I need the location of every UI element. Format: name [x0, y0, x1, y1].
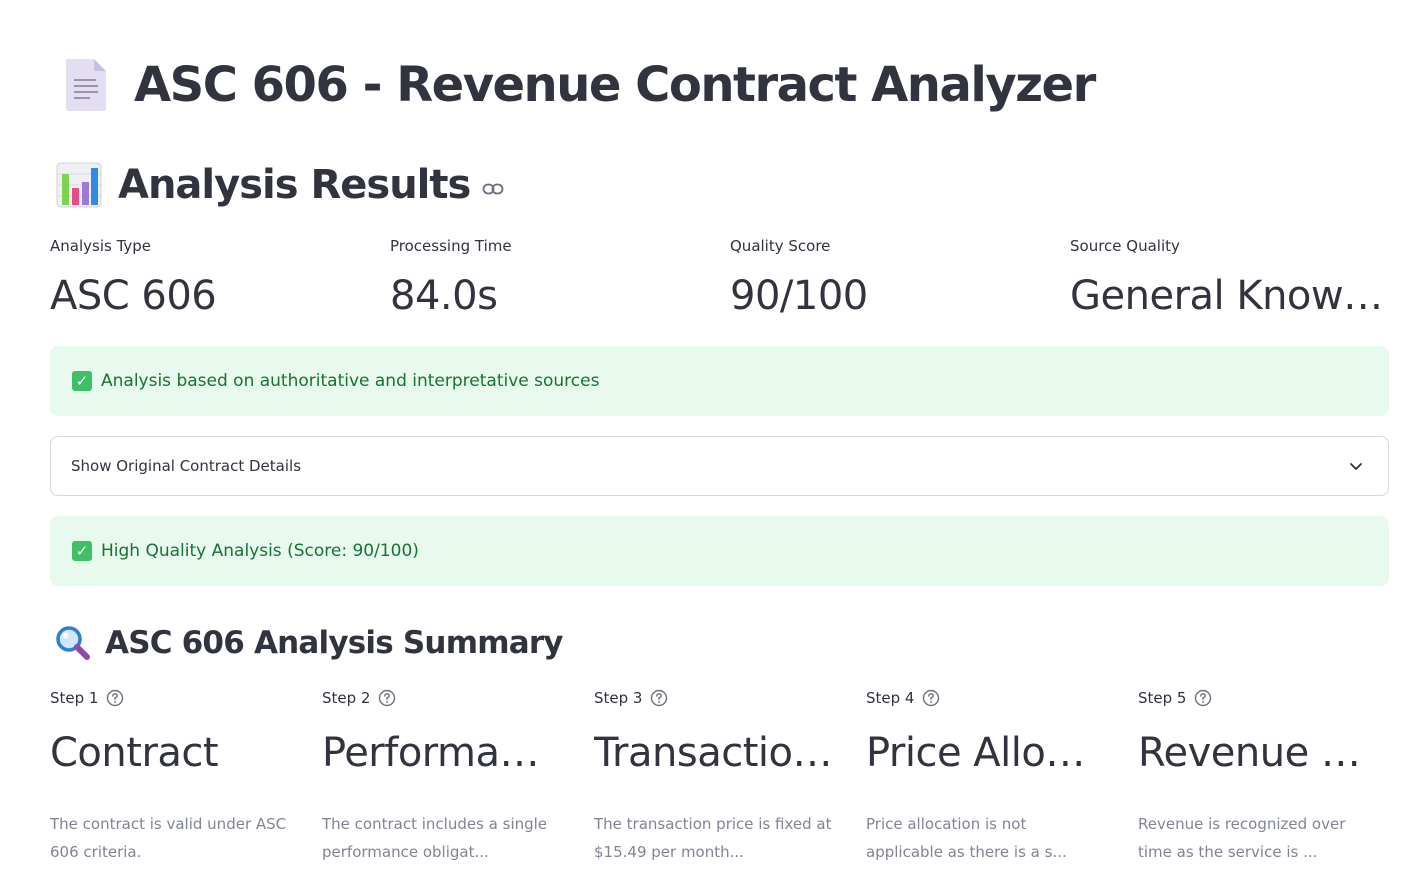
magnifier-icon [56, 626, 90, 660]
metric-value: General Knowledge [1070, 273, 1388, 319]
step-label: Step 3 [594, 689, 643, 707]
step-1-metric: Step 1 Contract The contract is valid un… [50, 688, 290, 866]
step-label: Step 5 [1138, 689, 1187, 707]
step-value: Price Allocation [866, 730, 1106, 776]
metric-label: Analysis Type [50, 237, 152, 255]
step-4-metric: Step 4 Price Allocation Price allocation… [866, 688, 1106, 866]
quality-alert-text: High Quality Analysis (Score: 90/100) [101, 541, 419, 561]
link-icon[interactable] [482, 183, 504, 195]
page-title-text: ASC 606 - Revenue Contract Analyzer [134, 57, 1096, 113]
step-description: Revenue is recognized over time as the s… [1138, 815, 1346, 861]
metric-label: Processing Time [390, 237, 512, 255]
metric-quality-score: Quality Score 90/100 [730, 236, 1055, 320]
quality-success-alert: ✓ High Quality Analysis (Score: 90/100) [50, 516, 1389, 586]
page-title: ASC 606 - Revenue Contract Analyzer [62, 50, 1096, 120]
step-value: Revenue Recognition [1138, 730, 1378, 776]
bar-chart-icon [56, 162, 102, 208]
step-description: The contract is valid under ASC 606 crit… [50, 815, 287, 861]
step-label: Step 2 [322, 689, 371, 707]
document-icon [66, 59, 106, 111]
metric-processing-time: Processing Time 84.0s [390, 236, 715, 320]
step-value: Contract [50, 730, 219, 776]
metric-value: ASC 606 [50, 273, 217, 319]
step-label: Step 4 [866, 689, 915, 707]
sources-success-alert: ✓ Analysis based on authoritative and in… [50, 346, 1389, 416]
contract-details-expander[interactable]: Show Original Contract Details [50, 436, 1389, 496]
help-icon[interactable] [922, 689, 940, 707]
step-description: The contract includes a single performan… [322, 815, 548, 861]
check-box-icon: ✓ [72, 541, 92, 561]
sources-alert-text: Analysis based on authoritative and inte… [101, 371, 600, 391]
metric-value: 84.0s [390, 273, 498, 319]
metric-analysis-type: Analysis Type ASC 606 [50, 236, 375, 320]
analysis-summary-title: ASC 606 Analysis Summary [105, 625, 564, 661]
check-box-icon: ✓ [72, 371, 92, 391]
expander-label: Show Original Contract Details [71, 457, 302, 475]
step-label: Step 1 [50, 689, 99, 707]
step-description: The transaction price is fixed at $15.49… [594, 815, 832, 861]
analysis-results-title: Analysis Results [118, 162, 471, 208]
step-2-metric: Step 2 Performance Obligations The contr… [322, 688, 562, 866]
analysis-summary-heading: ASC 606 Analysis Summary [55, 620, 564, 666]
help-icon[interactable] [106, 689, 124, 707]
step-3-metric: Step 3 Transaction Price The transaction… [594, 688, 834, 866]
help-icon[interactable] [650, 689, 668, 707]
step-description: Price allocation is not applicable as th… [866, 815, 1067, 861]
step-5-metric: Step 5 Revenue Recognition Revenue is re… [1138, 688, 1378, 866]
help-icon[interactable] [378, 689, 396, 707]
metric-source-quality: Source Quality General Knowledge [1070, 236, 1388, 320]
chevron-down-icon [1350, 463, 1362, 470]
metric-label: Source Quality [1070, 237, 1180, 255]
metric-value: 90/100 [730, 273, 868, 319]
help-icon[interactable] [1194, 689, 1212, 707]
step-value: Performance Obligations [322, 730, 562, 776]
metric-label: Quality Score [730, 237, 831, 255]
step-value: Transaction Price [594, 730, 834, 776]
analysis-results-heading: Analysis Results [56, 160, 504, 210]
